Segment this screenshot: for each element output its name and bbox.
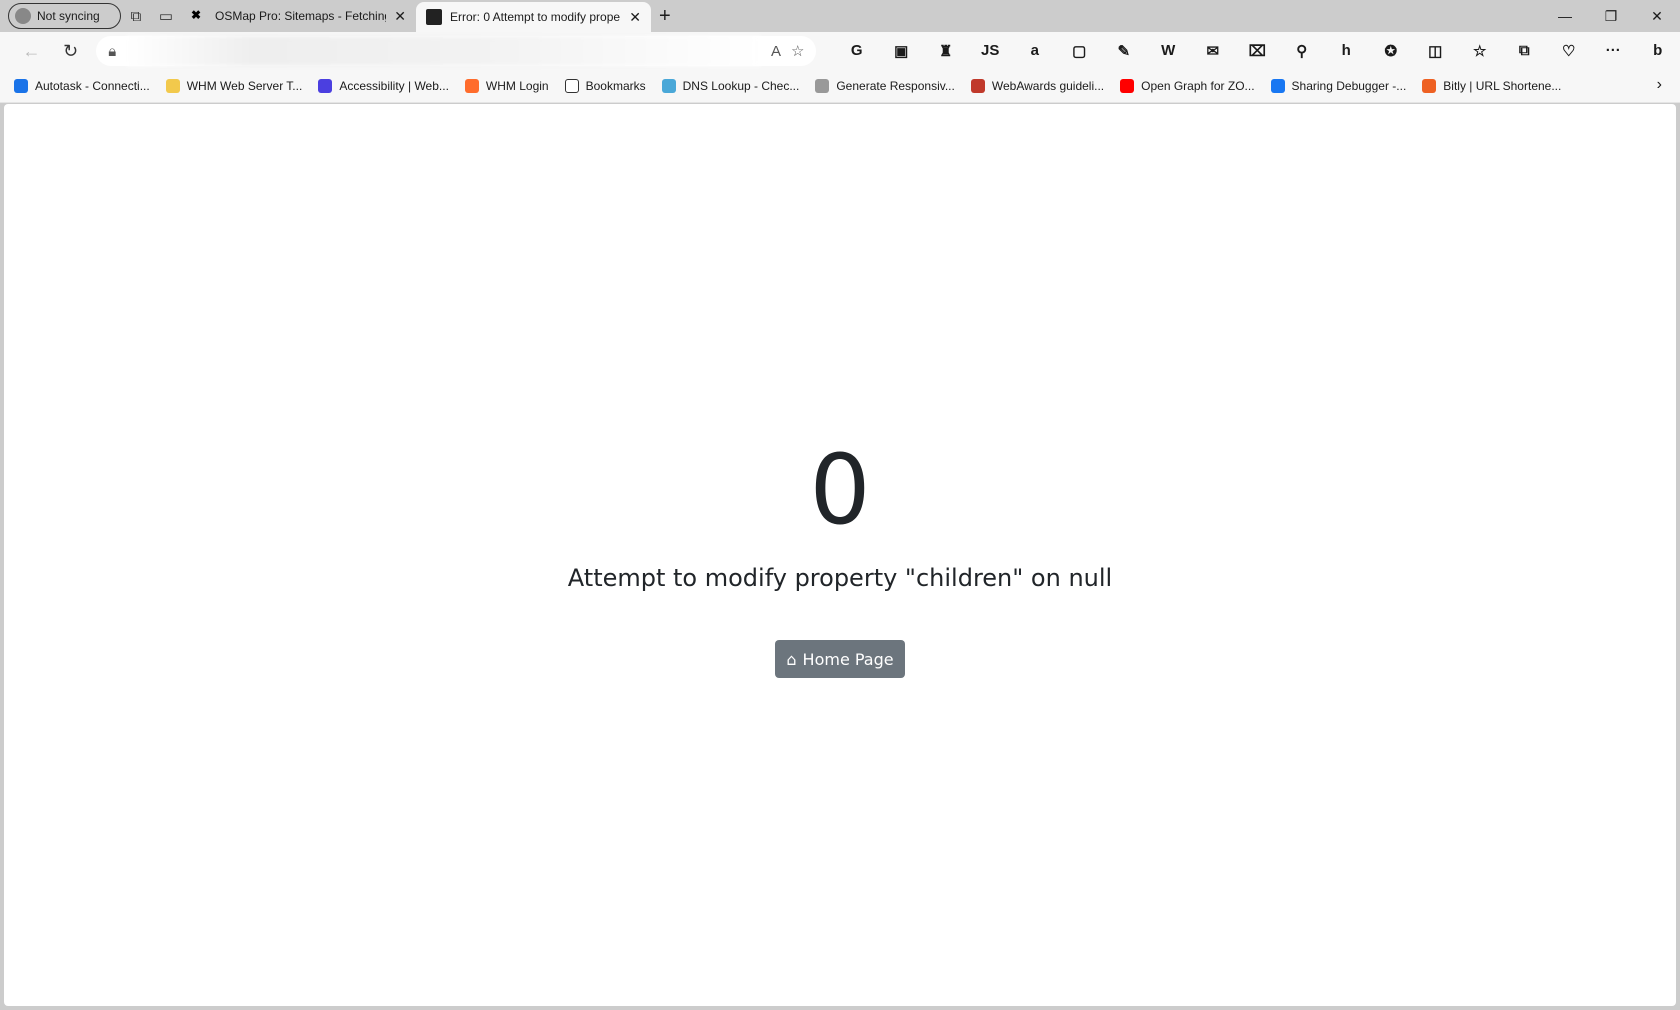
extension-icon[interactable]: ◫ xyxy=(1413,42,1458,60)
joomla-icon: ✖ xyxy=(191,8,202,22)
lock-icon[interactable]: 🔒︎ xyxy=(108,43,116,60)
profile-label: Not syncing xyxy=(37,9,100,23)
bookmark-label: Sharing Debugger -... xyxy=(1291,79,1407,93)
extension-icon[interactable]: h xyxy=(1324,42,1369,60)
bookmark-icon xyxy=(464,79,479,93)
window-controls: — ❐ ✕ xyxy=(1542,0,1680,32)
minimize-icon[interactable]: — xyxy=(1542,0,1588,32)
bookmark-icon xyxy=(815,79,830,93)
bookmark-item[interactable]: WHM Login xyxy=(464,79,549,93)
bookmark-label: WHM Web Server T... xyxy=(186,79,303,93)
extension-icon[interactable]: a xyxy=(1012,42,1057,60)
home-page-button[interactable]: ⌂ Home Page xyxy=(775,640,905,678)
extension-icon[interactable]: ⧉ xyxy=(1502,42,1547,60)
extension-icon[interactable]: ··· xyxy=(1591,42,1636,60)
bookmark-label: Generate Responsiv... xyxy=(836,79,955,93)
extension-icon[interactable]: ♜ xyxy=(923,42,968,60)
close-icon[interactable]: ✕ xyxy=(394,8,406,25)
tab-title: Error: 0 Attempt to modify prope xyxy=(450,10,621,24)
bookmark-item[interactable]: Accessibility | Web... xyxy=(318,79,449,93)
page-content: 0 Attempt to modify property "children" … xyxy=(4,104,1676,1006)
extension-icon[interactable]: ✎ xyxy=(1101,42,1146,60)
bookmark-label: Bookmarks xyxy=(585,79,646,93)
bookmark-item[interactable]: Bitly | URL Shortene... xyxy=(1422,79,1561,93)
tab-strip: Not syncing ⧉ ▭ ✖ OSMap Pro: Sitemaps - F… xyxy=(0,0,1680,32)
bookmark-icon xyxy=(318,79,333,93)
error-code: 0 xyxy=(809,434,871,546)
avatar xyxy=(15,8,31,24)
bookmark-item[interactable]: WHM Web Server T... xyxy=(165,79,303,93)
extension-icon[interactable]: ♡ xyxy=(1546,42,1591,60)
bookmark-icon xyxy=(14,79,28,93)
bookmark-icon xyxy=(564,79,579,93)
extension-icon[interactable]: ✪ xyxy=(1368,42,1413,60)
bookmark-icon xyxy=(1422,79,1437,93)
favicon-icon xyxy=(426,9,442,25)
bookmark-icon xyxy=(1120,79,1135,93)
extension-icon[interactable]: ▣ xyxy=(879,42,924,60)
home-icon: ⌂ xyxy=(786,649,797,669)
tab-title: OSMap Pro: Sitemaps - Fetching xyxy=(215,9,387,23)
bookmark-item[interactable]: Open Graph for ZO... xyxy=(1120,79,1255,93)
bookmark-label: Autotask - Connecti... xyxy=(35,79,150,93)
close-window-icon[interactable]: ✕ xyxy=(1634,0,1680,32)
bookmark-item[interactable]: Generate Responsiv... xyxy=(815,79,955,93)
home-page-label: Home Page xyxy=(802,649,894,669)
error-message: Attempt to modify property "children" on… xyxy=(567,564,1113,592)
bookmark-icon xyxy=(1270,79,1285,93)
chevron-right-icon[interactable]: › xyxy=(1657,76,1662,94)
bookmark-label: Open Graph for ZO... xyxy=(1141,79,1255,93)
extension-icon[interactable]: ▢ xyxy=(1057,42,1102,60)
bookmarks-bar: Autotask - Connecti... WHM Web Server T..… xyxy=(0,70,1680,103)
close-icon[interactable]: ✕ xyxy=(629,9,641,26)
profile-button[interactable]: Not syncing xyxy=(8,3,121,29)
bookmark-label: WebAwards guideli... xyxy=(991,79,1105,93)
bookmark-label: WHM Login xyxy=(485,79,549,93)
restore-icon[interactable]: ❐ xyxy=(1588,0,1634,32)
bookmark-icon xyxy=(661,79,676,93)
extension-icon[interactable]: JS xyxy=(968,42,1013,60)
bookmark-label: Bitly | URL Shortene... xyxy=(1443,79,1562,93)
back-icon[interactable]: ← xyxy=(12,41,51,62)
extensions: G ▣ ♜ JS a ▢ ✎ W ✉ ⌧ ⚲ h ✪ ◫ ☆ ⧉ ♡ ··· b xyxy=(834,42,1680,60)
bookmark-item[interactable]: DNS Lookup - Chec... xyxy=(661,79,800,93)
extension-icon[interactable]: ✉ xyxy=(1190,42,1235,60)
bookmark-icon xyxy=(165,79,180,93)
extension-icon[interactable]: W xyxy=(1146,42,1191,60)
tab-osmap[interactable]: ✖ OSMap Pro: Sitemaps - Fetching ✕ xyxy=(181,0,416,32)
bookmark-label: DNS Lookup - Chec... xyxy=(682,79,800,93)
bookmark-label: Accessibility | Web... xyxy=(339,79,449,93)
tab-actions-icon[interactable]: ▭ xyxy=(151,2,181,30)
address-bar[interactable]: 🔒︎ A ☆ xyxy=(96,36,817,66)
bookmark-item[interactable]: Autotask - Connecti... xyxy=(14,79,150,93)
workspaces-icon[interactable]: ⧉ xyxy=(121,2,151,30)
read-aloud-icon[interactable]: A xyxy=(771,43,781,60)
bookmark-item[interactable]: WebAwards guideli... xyxy=(970,79,1105,93)
refresh-icon[interactable]: ↻ xyxy=(51,41,90,62)
bookmark-item[interactable]: Sharing Debugger -... xyxy=(1270,79,1407,93)
favorite-star-icon[interactable]: ☆ xyxy=(791,42,804,60)
new-tab-icon[interactable]: + xyxy=(659,5,671,28)
extension-icon[interactable]: ⚲ xyxy=(1279,42,1324,60)
toolbar: ← ↻ 🔒︎ A ☆ G ▣ ♜ JS a ▢ ✎ W ✉ ⌧ ⚲ h ✪ ◫ ☆ ⧉ ♡ ··· b xyxy=(0,32,1680,70)
extension-icon[interactable]: b xyxy=(1635,42,1680,60)
bookmark-icon xyxy=(970,79,985,93)
extension-icon[interactable]: G xyxy=(834,42,879,60)
bookmark-item[interactable]: Bookmarks xyxy=(564,79,646,93)
extension-icon[interactable]: ☆ xyxy=(1457,42,1502,60)
extension-icon[interactable]: ⌧ xyxy=(1235,42,1280,60)
tab-error[interactable]: Error: 0 Attempt to modify prope ✕ xyxy=(416,2,651,32)
url-text-blurred[interactable] xyxy=(126,36,762,66)
